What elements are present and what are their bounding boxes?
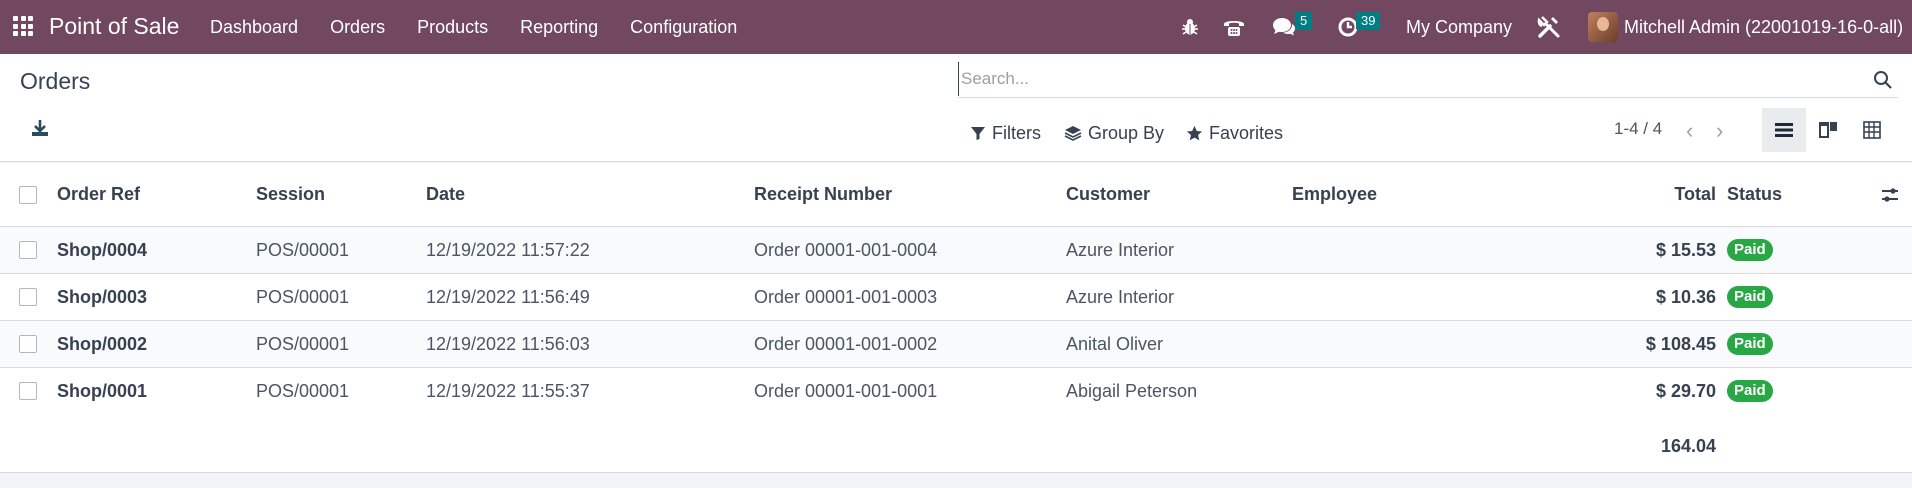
total-cell: $ 15.53: [1655, 239, 1716, 260]
status-badge: Paid: [1727, 239, 1773, 261]
status-cell: Paid: [1727, 274, 1773, 320]
date-cell: 12/19/2022 11:55:37: [426, 380, 590, 401]
search-bar: [958, 62, 1898, 98]
total-sum: 164.04: [1660, 436, 1716, 456]
total-cell: $ 108.45: [1645, 333, 1716, 354]
column-status[interactable]: Status: [1727, 163, 1782, 226]
activities-count-badge: 39: [1356, 12, 1381, 30]
list-view-button[interactable]: [1762, 108, 1806, 152]
group-by-label: Group By: [1088, 122, 1165, 143]
order-ref-cell: Shop/0003: [57, 286, 148, 307]
pager-next-icon[interactable]: ›: [1716, 118, 1736, 144]
column-employee[interactable]: Employee: [1292, 163, 1377, 226]
row-checkbox[interactable]: [19, 335, 37, 353]
kanban-view-icon: [1819, 122, 1837, 138]
systray: 5 39 My Company Mitchell Admin (22001019…: [1170, 0, 1912, 54]
customer-cell: Abigail Peterson: [1066, 380, 1198, 401]
kanban-view-button[interactable]: [1806, 108, 1850, 152]
order-ref-cell: Shop/0001: [57, 380, 148, 401]
company-switcher[interactable]: My Company: [1406, 0, 1512, 54]
status-cell: Paid: [1727, 321, 1773, 367]
messages-count-badge: 5: [1295, 12, 1313, 30]
pager-previous-icon[interactable]: ‹: [1686, 118, 1706, 144]
session-cell: POS/00001: [256, 286, 350, 307]
total-cell: $ 10.36: [1655, 286, 1716, 307]
session-cell: POS/00001: [256, 239, 350, 260]
date-cell: 12/19/2022 11:56:03: [426, 333, 590, 354]
column-total[interactable]: Total: [1600, 163, 1716, 226]
receipt-cell: Order 00001-001-0003: [754, 286, 938, 307]
pivot-table-icon: [1863, 121, 1881, 139]
orders-list: Order Ref Session Date Receipt Number Cu…: [0, 163, 1912, 473]
table-header: Order Ref Session Date Receipt Number Cu…: [0, 163, 1912, 227]
apps-menu-icon[interactable]: [13, 16, 33, 36]
receipt-cell: Order 00001-001-0002: [754, 333, 938, 354]
row-checkbox[interactable]: [19, 241, 37, 259]
total-cell: $ 29.70: [1655, 380, 1716, 401]
session-cell: POS/00001: [256, 380, 350, 401]
menu-orders[interactable]: Orders: [314, 0, 401, 54]
status-badge: Paid: [1727, 380, 1773, 402]
download-icon[interactable]: [30, 118, 50, 138]
filter-icon: [971, 127, 985, 140]
table-footer: 164.04: [0, 414, 1912, 473]
user-name: Mitchell Admin (22001019-16-0-all): [1624, 16, 1904, 37]
menu-reporting[interactable]: Reporting: [504, 0, 614, 54]
date-cell: 12/19/2022 11:57:22: [426, 239, 590, 260]
filters-label: Filters: [992, 122, 1041, 143]
row-checkbox[interactable]: [19, 288, 37, 306]
table-row[interactable]: Shop/0001 POS/00001 12/19/2022 11:55:37 …: [0, 368, 1912, 415]
page-title: Orders: [20, 68, 91, 94]
tools-wrench-icon[interactable]: [1536, 0, 1562, 54]
table-row[interactable]: Shop/0004 POS/00001 12/19/2022 11:57:22 …: [0, 227, 1912, 274]
voip-phone-icon[interactable]: [1222, 0, 1246, 54]
user-avatar: [1588, 12, 1618, 42]
customer-cell: Azure Interior: [1066, 239, 1175, 260]
row-checkbox[interactable]: [19, 382, 37, 400]
pivot-view-button[interactable]: [1850, 108, 1894, 152]
customer-cell: Anital Oliver: [1066, 333, 1164, 354]
group-by-button[interactable]: Group By: [1064, 118, 1164, 148]
date-cell: 12/19/2022 11:56:49: [426, 286, 590, 307]
list-view-icon: [1775, 123, 1793, 137]
column-date[interactable]: Date: [426, 163, 465, 226]
favorites-button[interactable]: Favorites: [1186, 118, 1283, 148]
table-row[interactable]: Shop/0002 POS/00001 12/19/2022 11:56:03 …: [0, 321, 1912, 368]
column-order-ref[interactable]: Order Ref: [57, 163, 140, 226]
menu-dashboard[interactable]: Dashboard: [194, 0, 314, 54]
select-all-checkbox[interactable]: [19, 185, 37, 204]
favorites-label: Favorites: [1209, 122, 1284, 143]
app-brand[interactable]: Point of Sale: [49, 13, 179, 40]
receipt-cell: Order 00001-001-0004: [754, 239, 938, 260]
search-input[interactable]: [958, 62, 1858, 96]
menu-products[interactable]: Products: [401, 0, 504, 54]
control-panel: Orders Filters Group By Favorites 1-4 / …: [0, 54, 1912, 162]
menu-configuration[interactable]: Configuration: [614, 0, 753, 54]
main-menu: Dashboard Orders Products Reporting Conf…: [194, 0, 753, 54]
user-menu[interactable]: Mitchell Admin (22001019-16-0-all): [1588, 0, 1903, 54]
filters-button[interactable]: Filters: [970, 118, 1041, 148]
table-row[interactable]: Shop/0003 POS/00001 12/19/2022 11:56:49 …: [0, 274, 1912, 321]
column-receipt-number[interactable]: Receipt Number: [754, 163, 892, 226]
customer-cell: Azure Interior: [1066, 286, 1175, 307]
layers-icon: [1064, 126, 1082, 141]
receipt-cell: Order 00001-001-0001: [754, 380, 938, 401]
search-icon[interactable]: [1872, 69, 1894, 91]
order-ref-cell: Shop/0004: [57, 239, 148, 260]
messages-chat-icon[interactable]: [1271, 0, 1297, 54]
pager-value[interactable]: 1-4 / 4: [1614, 119, 1662, 139]
order-ref-cell: Shop/0002: [57, 333, 148, 354]
status-badge: Paid: [1727, 333, 1773, 355]
column-customer[interactable]: Customer: [1066, 163, 1150, 226]
star-icon: [1186, 125, 1203, 140]
status-cell: Paid: [1727, 368, 1773, 414]
debug-bug-icon[interactable]: [1180, 0, 1200, 54]
column-session[interactable]: Session: [256, 163, 325, 226]
top-navbar: Point of Sale Dashboard Orders Products …: [0, 0, 1912, 54]
session-cell: POS/00001: [256, 333, 350, 354]
status-badge: Paid: [1727, 286, 1773, 308]
optional-columns-icon[interactable]: [1880, 185, 1900, 205]
status-cell: Paid: [1727, 227, 1773, 273]
